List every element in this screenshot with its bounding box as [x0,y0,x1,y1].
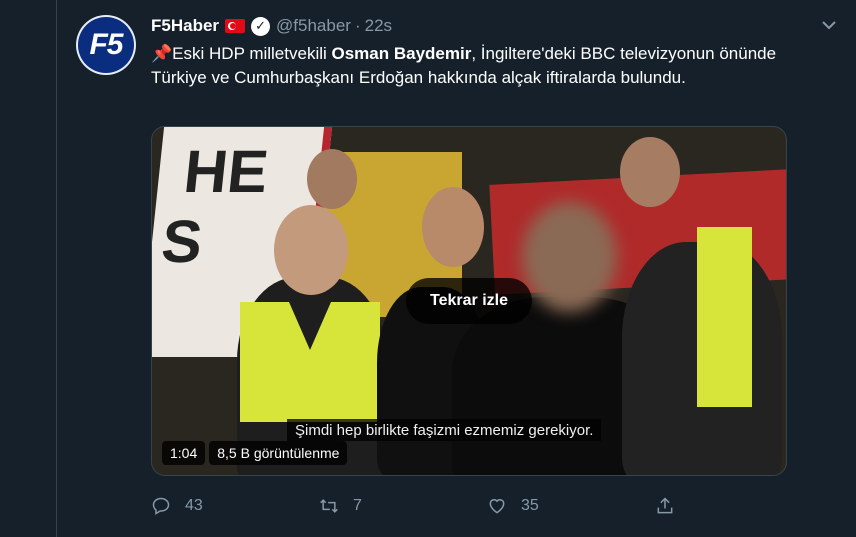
user-handle[interactable]: @f5haber [276,16,351,36]
tweet[interactable]: F5 F5Haber ✓ @f5haber · 22s 📌Eski HDP mi… [56,0,856,537]
reply-icon [152,497,170,515]
share-button[interactable] [655,493,689,519]
person-head [620,137,680,207]
video-duration: 1:04 [162,441,206,465]
person-head [422,187,484,267]
retweet-button[interactable]: 7 [319,493,362,519]
tweet-header: F5Haber ✓ @f5haber · 22s [151,15,392,37]
reply-button[interactable]: 43 [151,493,203,519]
retweet-count: 7 [353,497,362,514]
tweet-actions: 43 7 35 [151,493,711,519]
like-count: 35 [521,497,539,514]
share-icon [657,497,673,514]
pin-icon: 📌 [151,44,173,63]
verified-icon: ✓ [251,16,271,36]
chevron-down-icon[interactable] [821,14,837,35]
safety-vest [697,227,752,407]
like-button[interactable]: 35 [487,493,539,519]
like-icon [489,499,505,514]
timestamp[interactable]: 22s [365,16,392,36]
video-badges: 1:04 8,5 B görüntülenme [162,441,348,465]
tweet-text-prefix: Eski HDP milletvekili [172,44,332,63]
avatar[interactable]: F5 [76,15,136,75]
reply-count: 43 [185,497,203,514]
separator-dot: · [354,16,361,35]
tweet-text: 📌Eski HDP milletvekili Osman Baydemir, İ… [151,42,781,90]
video-subtitle: Şimdi hep birlikte faşizmi ezmemiz gerek… [287,419,602,441]
turkey-flag-icon [225,19,246,33]
view-count: 8,5 B görüntülenme [209,441,348,465]
retweet-icon [320,499,338,513]
video-player[interactable]: HE S Tekrar izle Şimdi hep birlikte faşi… [151,126,787,476]
replay-button[interactable]: Tekrar izle [406,278,532,324]
display-name[interactable]: F5Haber [151,16,219,36]
person-head [307,149,357,209]
tweet-text-bold: Osman Baydemir [331,44,472,63]
avatar-logo-text: F5 [89,28,123,61]
person-head [274,205,348,295]
blurred-head [522,202,617,312]
